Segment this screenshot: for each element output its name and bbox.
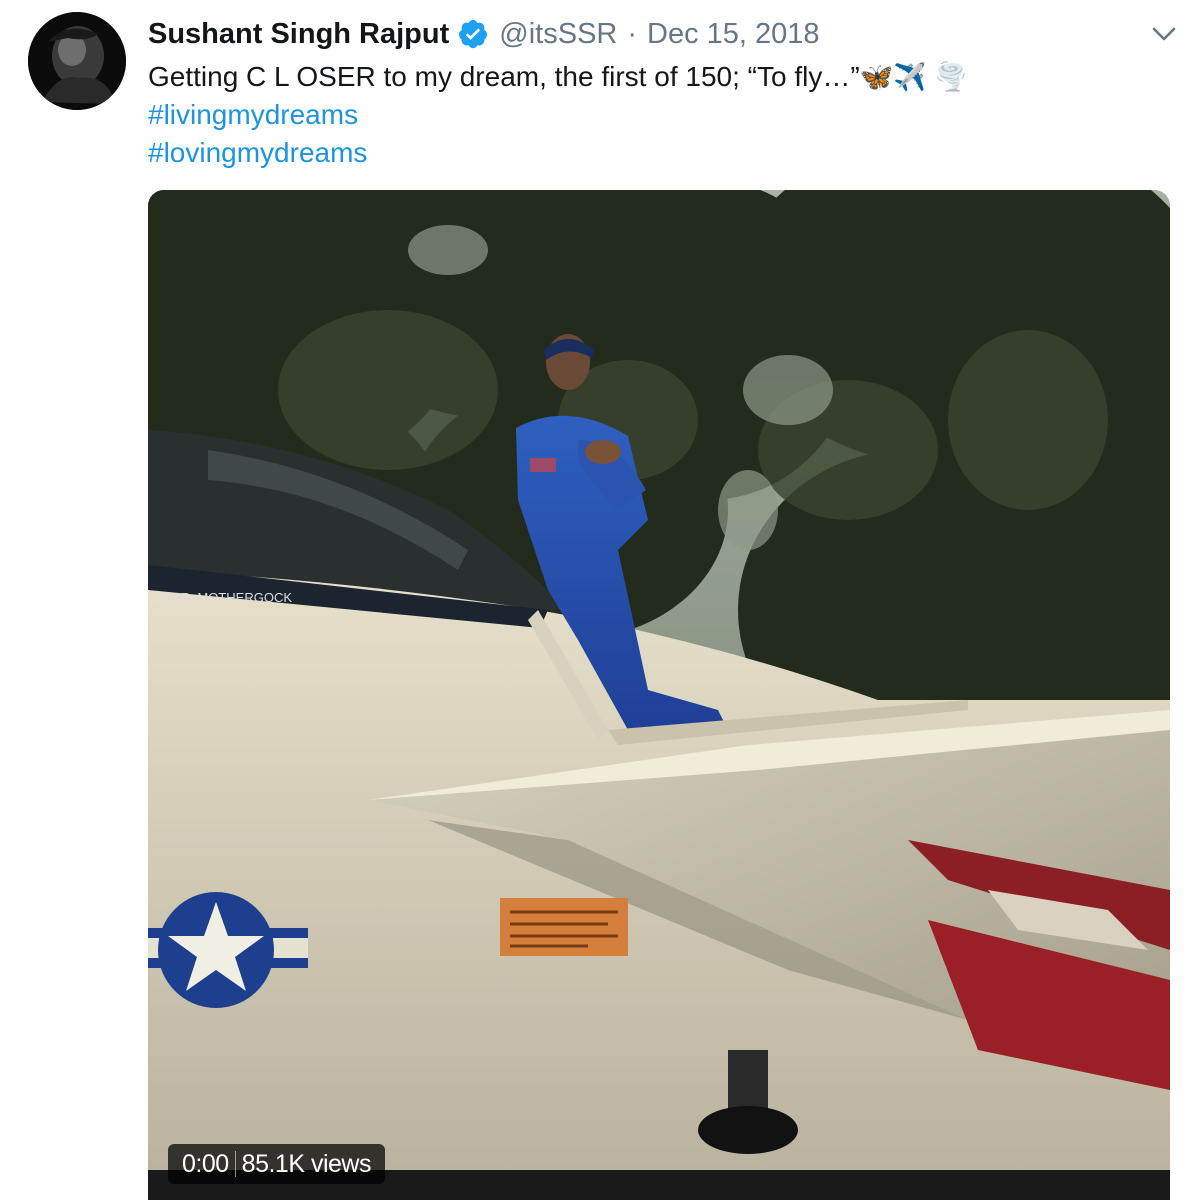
hashtag-livingmydreams[interactable]: #livingmydreams	[148, 96, 968, 134]
video-time: 0:00	[182, 1149, 229, 1178]
hashtag-lovingmydreams[interactable]: #lovingmydreams	[148, 134, 968, 172]
tweet-body: Getting C L OSER to my dream, the first …	[148, 58, 968, 172]
tweet-emoji: 🦋✈️ 🌪️	[859, 62, 969, 92]
separator-dot: ·	[627, 17, 638, 50]
aircraft-name-marking: CDR. MOTHERGOCK	[162, 590, 292, 605]
video-player[interactable]: CDR. MOTHERGOCK 0:00 85.1K views	[148, 190, 1170, 1200]
tweet-date[interactable]: Dec 15, 2018	[647, 18, 820, 51]
chevron-down-icon[interactable]	[1150, 20, 1178, 48]
author-handle[interactable]: @itsSSR	[499, 18, 617, 51]
video-thumbnail: CDR. MOTHERGOCK	[148, 190, 1170, 1200]
tweet-text: Getting C L OSER to my dream, the first …	[148, 61, 860, 92]
avatar-image	[28, 12, 126, 110]
video-views: 85.1K views	[241, 1149, 372, 1178]
video-stats-overlay: 0:00 85.1K views	[168, 1144, 385, 1184]
avatar[interactable]	[28, 12, 126, 110]
verified-badge-icon	[457, 18, 489, 50]
tweet-header: Sushant Singh Rajput @itsSSR · Dec 15, 2…	[148, 14, 820, 54]
author-display-name[interactable]: Sushant Singh Rajput	[148, 18, 449, 51]
tweet[interactable]: Sushant Singh Rajput @itsSSR · Dec 15, 2…	[0, 0, 1200, 1200]
